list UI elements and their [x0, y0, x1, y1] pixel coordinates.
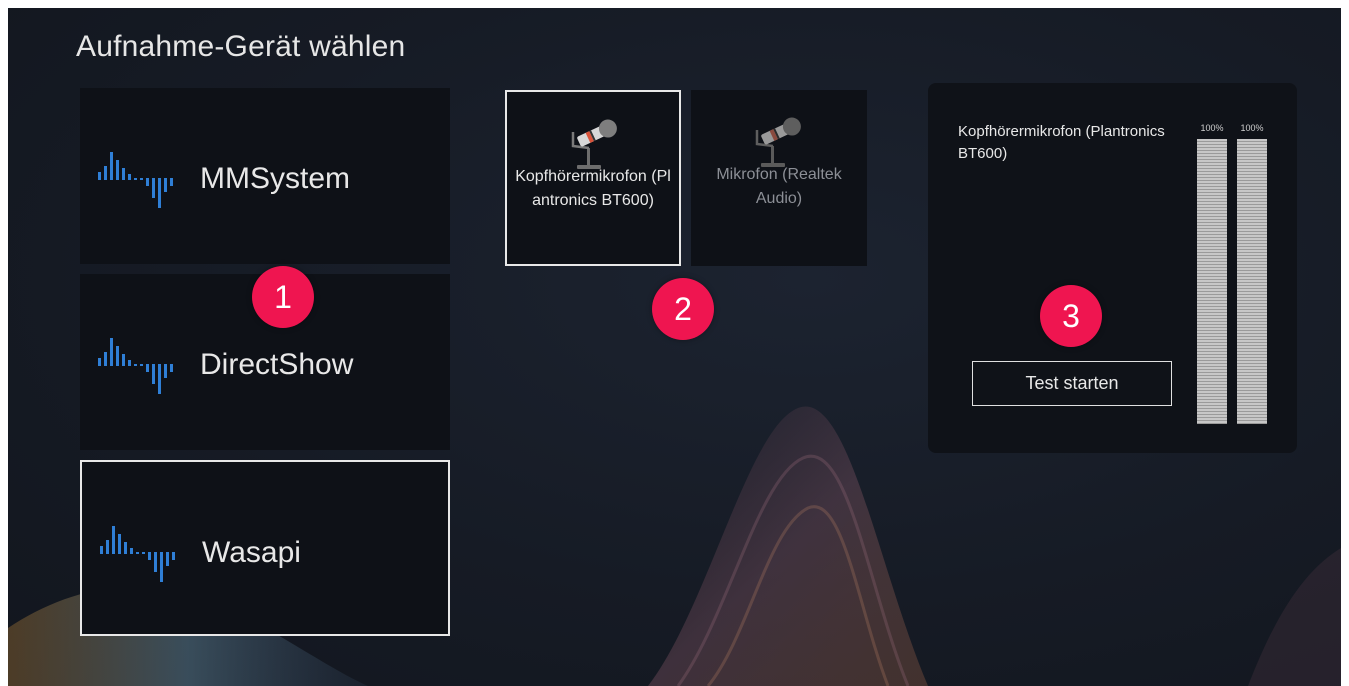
device-card-realtek-mic[interactable]: Mikrofon (Realtek Audio) [691, 90, 867, 266]
microphone-icon [755, 117, 801, 167]
audio-waveform-icon [98, 152, 173, 208]
device-card-headset-mic[interactable]: Kopfhörermikrofon (Plantronics BT600) [505, 90, 681, 266]
level-meter-label-left: 100% [1200, 123, 1224, 133]
api-label: Wasapi [202, 536, 301, 569]
level-meter-right [1237, 139, 1267, 424]
audio-waveform-icon [100, 526, 175, 582]
callout-badge-1: 1 [252, 266, 314, 328]
test-device-name: Kopfhörermikrofon (Plantronics BT600) [958, 123, 1165, 162]
api-label: DirectShow [200, 348, 354, 381]
level-meter-left [1197, 139, 1227, 424]
api-card-mmsystem[interactable]: MMSystem [80, 88, 450, 264]
page-title: Aufnahme-Gerät wählen [76, 30, 406, 63]
start-test-button[interactable]: Test starten [972, 361, 1172, 406]
device-label: Mikrofon (Realtek Audio) [716, 166, 842, 207]
microphone-icon [571, 119, 617, 169]
api-card-wasapi[interactable]: Wasapi [80, 460, 450, 636]
device-label: Kopfhörermikrofon (Plantronics BT600) [515, 168, 671, 209]
recording-device-window: Aufnahme-Gerät wählen MMSystem DirectSho… [8, 8, 1341, 686]
test-panel: Kopfhörermikrofon (Plantronics BT600) Te… [928, 83, 1297, 453]
audio-waveform-icon [98, 338, 173, 394]
callout-badge-2: 2 [652, 278, 714, 340]
api-label: MMSystem [200, 162, 350, 195]
level-meter-label-right: 100% [1240, 123, 1264, 133]
callout-badge-3: 3 [1040, 285, 1102, 347]
